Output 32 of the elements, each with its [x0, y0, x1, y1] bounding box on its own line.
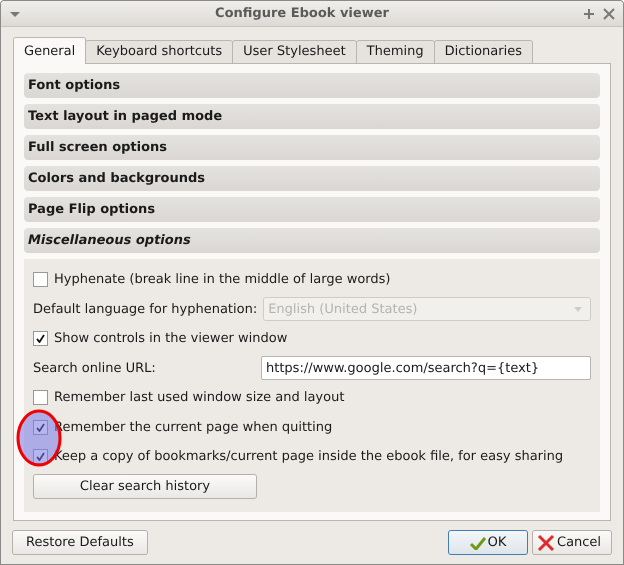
field-label: Default language for hyphenation:	[33, 302, 258, 317]
cancel-button[interactable]: Cancel	[532, 530, 612, 555]
checkbox[interactable]	[33, 420, 48, 435]
close-icon	[537, 534, 555, 552]
close-icon[interactable]	[603, 8, 615, 20]
section-header[interactable]: Text layout in paged mode	[24, 104, 600, 129]
field-label: Search online URL:	[33, 360, 156, 376]
tab[interactable]: Theming	[356, 40, 435, 63]
checkbox[interactable]	[33, 449, 48, 464]
tab[interactable]: Dictionaries	[434, 40, 533, 63]
section-header[interactable]: Colors and backgrounds	[24, 166, 600, 191]
plus-icon[interactable]	[583, 8, 595, 20]
section-header[interactable]: Page Flip options	[24, 197, 600, 222]
restore-defaults-button[interactable]: Restore Defaults	[12, 530, 148, 555]
checkbox[interactable]	[33, 272, 48, 288]
tab[interactable]: General	[13, 37, 86, 64]
checkbox[interactable]	[33, 331, 48, 346]
checkbox-label: Show controls in the viewer window	[54, 331, 288, 346]
tab[interactable]: Keyboard shortcuts	[85, 40, 234, 63]
check-icon	[470, 536, 486, 550]
ok-button[interactable]: OK	[448, 530, 528, 555]
url-field[interactable]: https://www.google.com/search?q={text}	[261, 356, 591, 380]
tab[interactable]: User Stylesheet	[232, 40, 357, 63]
section-header[interactable]: Full screen options	[24, 135, 600, 160]
section-header[interactable]: Font options	[24, 73, 600, 98]
checkbox-label: Remember last used window size and layout	[54, 390, 344, 406]
checkbox-label: Hyphenate (break line in the middle of large words)	[54, 272, 391, 288]
dropdown-arrow-icon	[574, 306, 582, 312]
checkbox[interactable]	[33, 390, 48, 406]
clear-history-button[interactable]: Clear search history	[33, 474, 257, 499]
section-header[interactable]: Miscellaneous options	[24, 228, 600, 253]
window-title: Configure Ebook viewer	[214, 6, 390, 21]
